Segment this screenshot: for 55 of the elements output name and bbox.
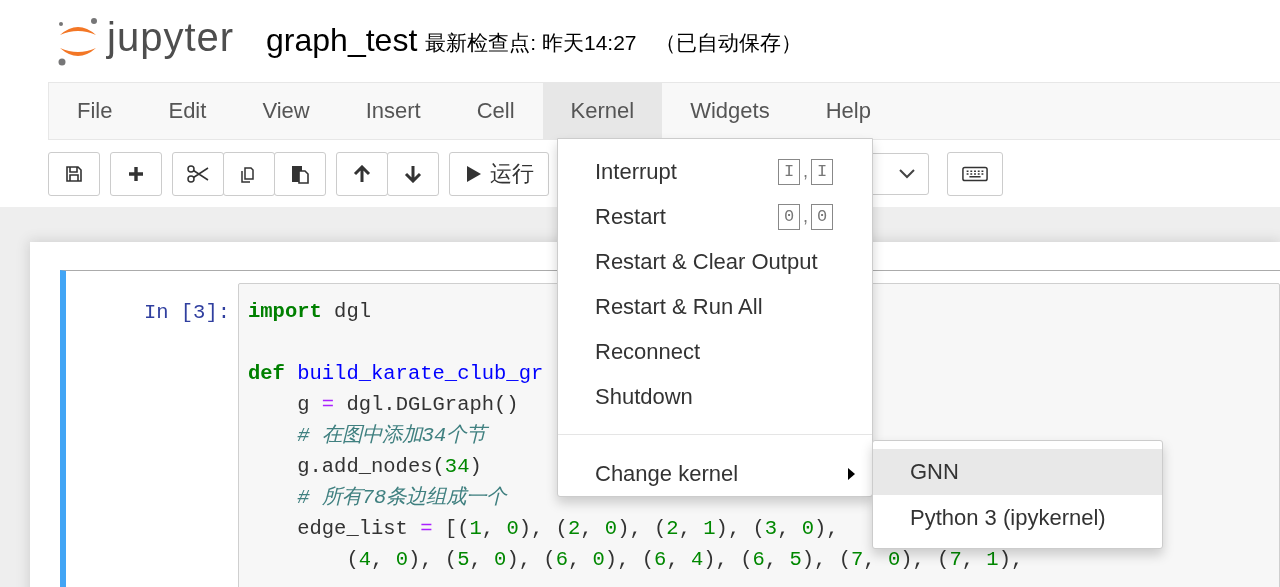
- menu-item[interactable]: Restart 0 , 0: [558, 194, 872, 239]
- paste-icon: [290, 163, 310, 184]
- logo-text: jupyter: [107, 14, 235, 60]
- copy-button[interactable]: [223, 151, 275, 196]
- code-line: g = dgl.DGLGraph(): [296, 392, 519, 418]
- menu-item[interactable]: Help: [797, 83, 899, 139]
- plus-icon: [127, 164, 145, 183]
- play-icon: [466, 164, 482, 183]
- menu-item[interactable]: Python 3 (ipykernel): [873, 495, 1162, 541]
- menu-item[interactable]: Restart & Clear Output: [558, 239, 872, 284]
- menu-item[interactable]: Restart & Run All: [558, 284, 872, 329]
- code-line: edge_list = [(1, 0), (2, 0), (2, 1), (3, 0),: [296, 516, 839, 542]
- save-icon: [65, 164, 83, 183]
- arrow-down-icon: [404, 164, 422, 183]
- keyboard-icon: [962, 164, 988, 183]
- menu-item[interactable]: Edit: [140, 83, 235, 139]
- code-line: # 所有78条边组成一个: [296, 485, 507, 511]
- code-line: def build_karate_club_gr: [248, 361, 544, 387]
- move-up-button[interactable]: [336, 151, 388, 196]
- shortcut-key: I: [778, 158, 800, 185]
- scissors-icon: [187, 164, 209, 183]
- code-line: g.add_nodes(34): [296, 454, 482, 480]
- menu-item[interactable]: File: [49, 83, 141, 139]
- menu-item[interactable]: GNN: [873, 449, 1162, 495]
- notebook-name[interactable]: graph_test: [266, 21, 418, 59]
- shortcut-key: I: [811, 158, 833, 185]
- code-line: # 在图中添加34个节: [296, 423, 487, 449]
- paste-button[interactable]: [274, 151, 326, 196]
- move-down-button[interactable]: [387, 151, 439, 196]
- submenu-arrow-icon: [848, 467, 855, 480]
- menu-item[interactable]: View: [234, 83, 338, 139]
- keyboard-button[interactable]: [947, 151, 1003, 196]
- menu-item[interactable]: Widgets: [662, 83, 798, 139]
- submenu-item[interactable]: Change kernel: [558, 451, 872, 496]
- menu-item[interactable]: Insert: [337, 83, 449, 139]
- menu-item[interactable]: Kernel: [542, 83, 663, 139]
- autosave-status: （已自动保存）: [654, 30, 802, 56]
- input-prompt: In [3]:: [143, 300, 230, 326]
- menu-item[interactable]: Shutdown: [558, 374, 872, 419]
- run-button[interactable]: 运行: [449, 151, 549, 196]
- shortcut-separator: ,: [803, 161, 808, 182]
- menu-item[interactable]: Cell: [448, 83, 543, 139]
- arrow-up-icon: [353, 164, 371, 183]
- menu-item[interactable]: Interrupt I , I: [558, 149, 872, 194]
- checkpoint-status: 最新检查点: 昨天14:27: [425, 30, 637, 56]
- menu-item[interactable]: Reconnect: [558, 329, 872, 374]
- shortcut-key: 0: [778, 203, 800, 230]
- insert-cell-button[interactable]: [110, 151, 162, 196]
- save-button[interactable]: [48, 151, 100, 196]
- shortcut-separator: ,: [803, 206, 808, 227]
- chevron-down-icon: [898, 167, 916, 180]
- shortcut-key: 0: [811, 203, 833, 230]
- cut-button[interactable]: [172, 151, 224, 196]
- code-line: import dgl: [248, 299, 372, 325]
- code-line: (4, 0), (5, 0), (6, 0), (6, 4), (6, 5), (7, 0), (7, 1),: [345, 547, 1024, 573]
